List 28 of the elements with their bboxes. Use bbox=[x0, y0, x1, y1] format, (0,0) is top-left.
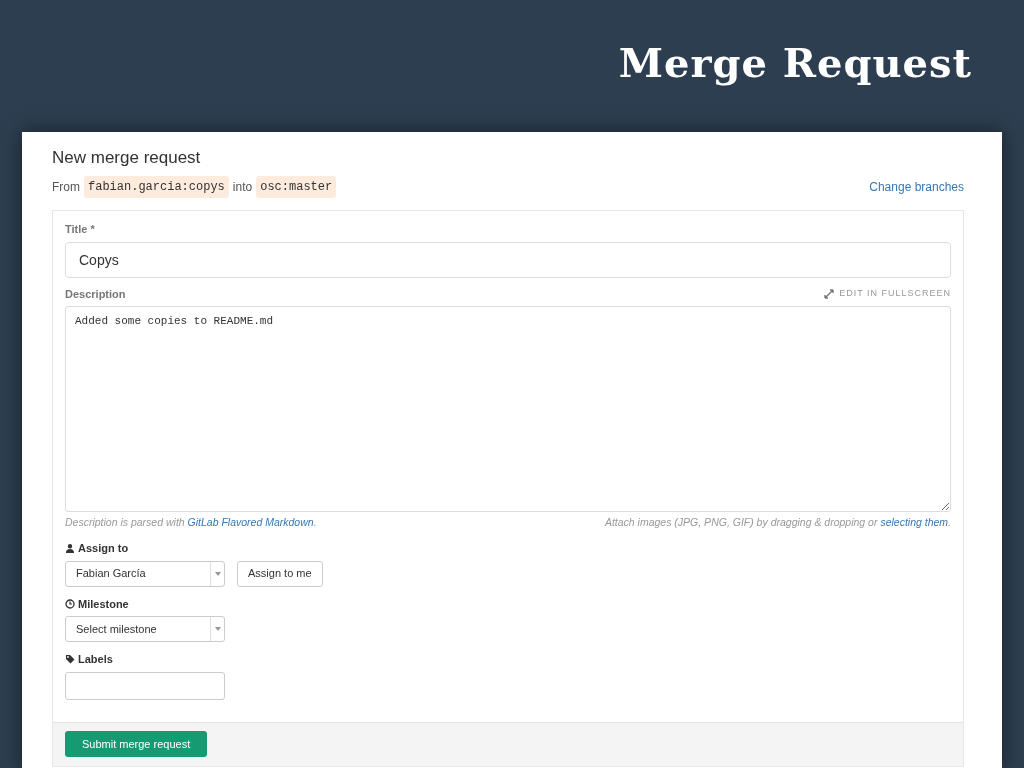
source-branch: fabian.garcia:copys bbox=[84, 176, 229, 199]
title-field[interactable]: Copys bbox=[65, 241, 951, 278]
description-field[interactable]: Added some copies to README.md bbox=[65, 306, 951, 513]
caret-icon bbox=[214, 627, 221, 632]
target-branch: osc:master bbox=[256, 176, 337, 199]
user-icon bbox=[65, 543, 75, 554]
page-heading: New merge request bbox=[52, 148, 202, 169]
assign-to-me-button[interactable]: Assign to me bbox=[237, 560, 323, 587]
clock-icon bbox=[65, 598, 75, 609]
into-label: into bbox=[232, 179, 253, 197]
caret-icon bbox=[214, 571, 221, 576]
dropdown[interactable]: Select milestone bbox=[65, 616, 225, 643]
description-label: Description bbox=[65, 286, 126, 302]
markdown-hint: Description is parsed with GitLab Flavored Markdown. bbox=[65, 515, 317, 531]
field-label: Milestone bbox=[78, 596, 129, 612]
dropdown[interactable]: Fabian García bbox=[65, 560, 225, 587]
expand-icon bbox=[824, 289, 835, 300]
slide-title: Merge Request bbox=[618, 38, 972, 88]
attach-hint: Attach images (JPG, PNG, GIF) by dragging & dropping or selecting them. bbox=[604, 515, 951, 531]
field-label: Labels bbox=[78, 652, 113, 668]
submit-button[interactable]: Submit merge request bbox=[65, 730, 208, 757]
change-branches-link[interactable]: Change branches bbox=[869, 178, 964, 197]
field-label: Assign to bbox=[78, 541, 129, 557]
from-label: From bbox=[52, 179, 80, 197]
markdown-link[interactable]: GitLab Flavored Markdown bbox=[187, 516, 314, 529]
title-label: Title * bbox=[65, 222, 96, 238]
tag-icon bbox=[65, 654, 75, 665]
labels-field[interactable] bbox=[65, 671, 225, 700]
